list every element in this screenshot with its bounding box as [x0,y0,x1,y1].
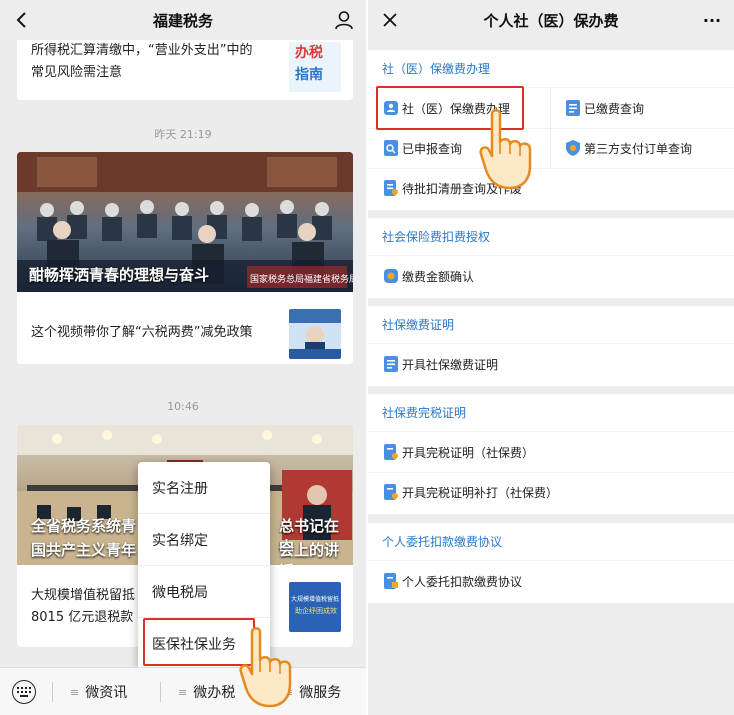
service-third-party-order-label: 第三方支付订单查询 [584,141,693,156]
section-agreement-header: 个人委托扣款缴费协议 [368,523,734,561]
search-doc-icon [384,140,398,156]
left-topbar: 福建税务 [0,0,366,40]
section-certificate-header: 社保缴费证明 [368,306,734,344]
service-tax-proof-label: 开具完税证明（社保费） [402,445,535,460]
section-tax-proof-header: 社保费完税证明 [368,394,734,432]
profile-icon[interactable] [330,6,358,34]
section-authorization-header: 社会保险费扣费授权 [368,218,734,256]
article-1-line-1: 所得税汇算清缴中，“营业外支出”中的 [31,43,253,58]
section-certificate: 社保缴费证明 开具社保缴费证明 [368,306,734,386]
shield-icon [566,140,580,156]
menu-lines-icon: ≡ [178,685,188,699]
thumb-line-2: 指南 [295,67,323,83]
banner-1-image: 酣畅挥洒青春的理想与奋斗 国家税务总局福建省税务局 [17,152,353,292]
document-icon [384,356,398,372]
left-title: 福建税务 [152,11,213,30]
service-entrust-agreement-label: 个人委托扣款缴费协议 [402,574,523,589]
pointing-hand-icon [479,109,532,190]
section-authorization: 社会保险费扣费授权 缴费金额确认 [368,218,734,298]
service-entrust-agreement[interactable]: 个人委托扣款缴费协议 [384,561,522,601]
service-tax-proof-reprint[interactable]: 开具完税证明补打（社保费） [384,472,558,512]
thumb-3-line-1: 大规模增值税留抵 [291,596,340,603]
section-payment: 社（医）保缴费办理 社（医）保缴费办理 已缴费查询 已申报查询 第三方支付订单查… [368,50,734,210]
back-icon[interactable] [8,6,36,34]
banner-2-line-2-right: 会上的讲话 [279,541,340,565]
banner-1-sign: 国家税务总局福建省税务局 [250,275,353,285]
article-card-2[interactable]: 酣畅挥洒青春的理想与奋斗 国家税务总局福建省税务局 这个视频带你了解“六税两费”… [17,152,353,364]
section-tax-proof: 社保费完税证明 开具完税证明（社保费） 开具完税证明补打（社保费） [368,394,734,514]
list-doc-icon [384,180,398,196]
document-icon [566,100,580,116]
bottom-menu-bar: ≡ 微资讯 ≡ 微办税 ≡ 微服务 [0,667,366,715]
service-amount-confirm-label: 缴费金额确认 [402,269,475,284]
menu-item-real-name-bind[interactable]: 实名绑定 [138,514,270,566]
article-2-thumbnail [289,309,341,359]
coin-icon [384,269,398,283]
more-icon[interactable]: ··· [698,6,726,34]
article-1-line-2: 常见风险需注意 [31,65,123,80]
section-agreement: 个人委托扣款缴费协议 个人委托扣款缴费协议 [368,523,734,603]
service-tax-proof-reprint-label: 开具完税证明补打（社保费） [402,485,559,500]
bottom-tab-tax[interactable]: ≡ 微办税 [178,668,235,715]
bottom-tab-news-label: 微资讯 [85,685,128,701]
stamp-doc-icon [384,484,398,500]
menu-item-e-tax-bureau[interactable]: 微电税局 [138,566,270,618]
article-3-line-1: 大规模增值税留抵 [31,588,136,603]
stamp-doc-icon [384,444,398,460]
keyboard-icon[interactable] [12,680,36,704]
thumb-3-line-2: 助企纾困成效 [295,607,337,615]
article-3-line-2: 8015 亿元退税款 [31,610,134,625]
service-declared-query-label: 已申报查询 [402,141,463,156]
banner-1-title: 酣畅挥洒青春的理想与奋斗 [29,266,210,284]
thumb-line-1: 办税 [295,45,323,61]
service-issue-certificate[interactable]: 开具社保缴费证明 [384,344,498,384]
timestamp-2: 10:46 [167,400,199,413]
service-third-party-order[interactable]: 第三方支付订单查询 [566,128,692,168]
divider [160,682,161,702]
agreement-doc-icon [384,573,398,589]
service-tax-proof[interactable]: 开具完税证明（社保费） [384,432,534,472]
article-3-thumbnail: 大规模增值税留抵 助企纾困成效 [289,582,341,632]
pointing-hand-icon [239,627,292,708]
article-card-1[interactable]: 所得税汇算清缴中，“营业外支出”中的 常见风险需注意 办税 指南 [17,40,353,100]
right-title: 个人社（医）保办费 [483,11,619,30]
bottom-tab-tax-label: 微办税 [193,685,236,701]
close-icon[interactable] [376,6,404,34]
left-screen: 福建税务 所得税汇算清缴中，“营业外支出”中的 常见风险需注意 办税 指南 昨天… [0,0,366,715]
more-label: ··· [702,10,722,30]
service-amount-confirm[interactable]: 缴费金额确认 [384,256,474,296]
bottom-tab-service-label: 微服务 [299,685,342,701]
divider [52,682,53,702]
timestamp-1: 昨天 21:19 [154,128,212,141]
service-issue-certificate-label: 开具社保缴费证明 [402,357,499,372]
service-declared-query[interactable]: 已申报查询 [384,128,462,168]
article-2-title: 这个视频带你了解“六税两费”减免政策 [31,325,253,340]
right-screen: 个人社（医）保办费 ··· 社（医）保缴费办理 社（医）保缴费办理 已缴费查询 … [368,0,734,715]
bottom-tab-news[interactable]: ≡ 微资讯 [70,668,127,715]
menu-item-real-name-register[interactable]: 实名注册 [138,462,270,514]
service-paid-query[interactable]: 已缴费查询 [566,88,644,128]
menu-lines-icon: ≡ [70,685,80,699]
right-topbar: 个人社（医）保办费 ··· [368,0,734,40]
article-1-thumbnail: 办税 指南 [289,42,341,92]
banner-2-line-1-left: 全省税务系统青 [31,517,137,535]
service-paid-query-label: 已缴费查询 [584,101,645,116]
section-payment-header: 社（医）保缴费办理 [368,50,734,88]
banner-2-line-2-left: 国共产主义青年 [31,541,137,559]
